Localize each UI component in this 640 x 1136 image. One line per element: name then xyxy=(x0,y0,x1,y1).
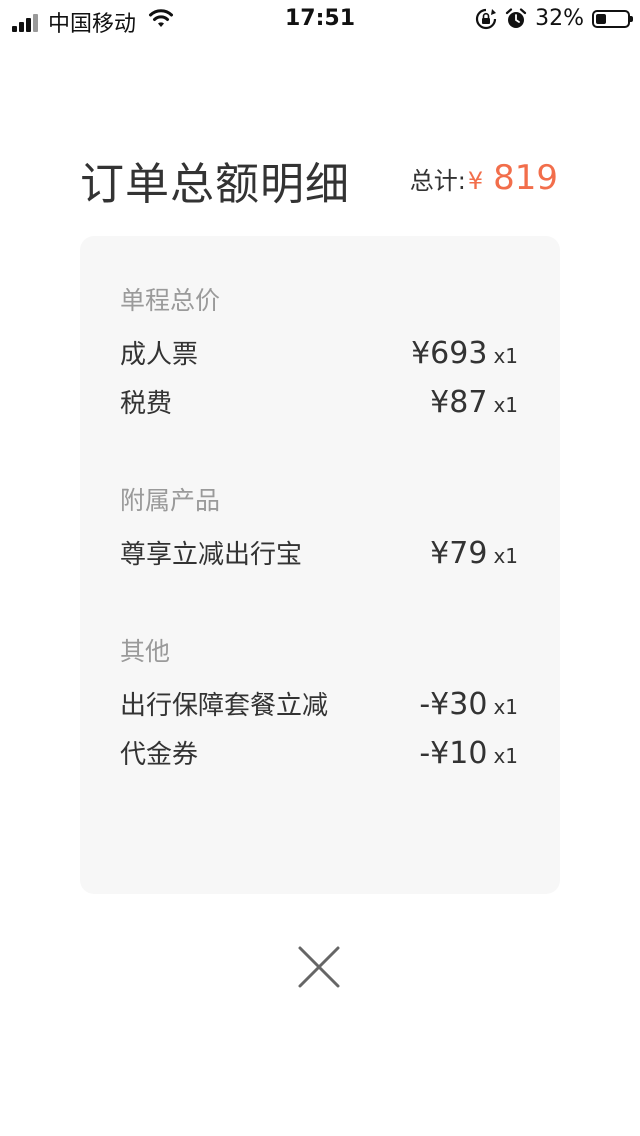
item-amount: -¥10 xyxy=(419,736,488,771)
section-title: 单程总价 xyxy=(120,286,221,315)
section-title: 其他 xyxy=(120,637,171,666)
item-amount: ¥87 xyxy=(430,385,488,420)
item-label: 代金券 xyxy=(120,740,199,770)
list-item: 税费 ¥87 x1 xyxy=(120,383,518,432)
order-total: 总计: ¥ 819 xyxy=(410,158,558,198)
battery-level xyxy=(596,13,606,24)
battery-percent: 32% xyxy=(535,6,584,31)
item-qty: x1 xyxy=(493,393,518,417)
item-label: 出行保障套餐立减 xyxy=(120,691,329,721)
item-label: 税费 xyxy=(120,389,173,419)
list-item: 出行保障套餐立减 -¥30 x1 xyxy=(120,685,518,734)
item-amount: ¥693 xyxy=(411,336,488,371)
item-qty: x1 xyxy=(493,695,518,719)
status-right: 32% xyxy=(475,6,633,31)
battery-icon xyxy=(592,9,633,28)
page-title: 订单总额明细 xyxy=(80,159,350,210)
list-item: 尊享立减出行宝 ¥79 x1 xyxy=(120,534,518,583)
alarm-icon xyxy=(505,7,527,30)
item-qty: x1 xyxy=(493,744,518,768)
total-value: 819 xyxy=(493,158,558,198)
total-currency: ¥ xyxy=(467,167,484,195)
item-amount: -¥30 xyxy=(419,687,488,722)
section-one-way-total: 单程总价 成人票 ¥693 x1 税费 ¥87 x1 xyxy=(120,284,518,432)
total-label: 总计: xyxy=(409,167,466,195)
list-item: 代金券 -¥10 x1 xyxy=(120,734,518,783)
section-other: 其他 出行保障套餐立减 -¥30 x1 代金券 -¥10 x1 xyxy=(120,635,518,783)
item-qty: x1 xyxy=(493,344,518,368)
item-label: 成人票 xyxy=(120,340,199,370)
item-amount: ¥79 xyxy=(430,536,488,571)
item-qty: x1 xyxy=(493,544,518,568)
close-icon[interactable] xyxy=(296,944,342,990)
price-detail-card: 单程总价 成人票 ¥693 x1 税费 ¥87 x1 附属产品 尊享立减出行宝 ¥7… xyxy=(80,236,560,894)
status-bar: 中国移动 17:51 32% xyxy=(0,0,640,40)
item-label: 尊享立减出行宝 xyxy=(120,540,303,570)
section-add-on-products: 附属产品 尊享立减出行宝 ¥79 x1 xyxy=(120,484,518,583)
close-button[interactable] xyxy=(296,944,342,990)
list-item: 成人票 ¥693 x1 xyxy=(120,334,518,383)
section-title: 附属产品 xyxy=(120,486,221,515)
rotation-lock-icon xyxy=(475,8,497,30)
